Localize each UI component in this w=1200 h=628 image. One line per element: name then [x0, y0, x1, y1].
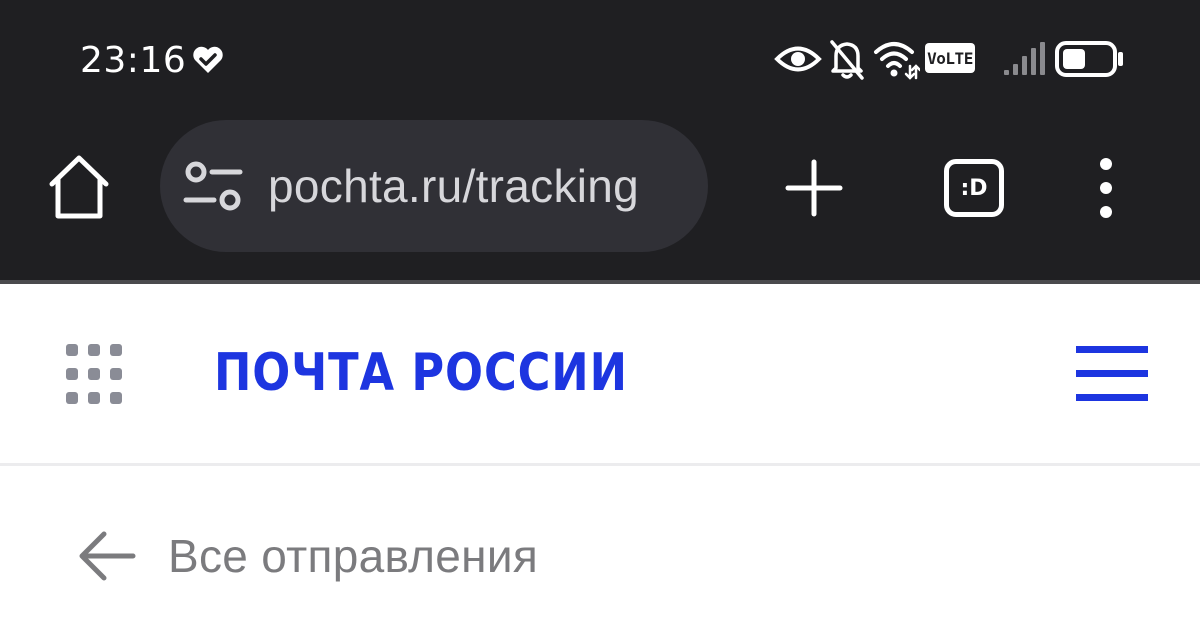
url-text[interactable]: pochta.ru/tracking	[268, 120, 678, 252]
more-vert-icon[interactable]	[1090, 156, 1122, 220]
arrow-left-icon[interactable]	[78, 530, 136, 582]
bell-off-icon	[830, 40, 864, 80]
header-divider	[0, 463, 1200, 466]
site-logo[interactable]: ПОЧТА РОССИИ	[214, 338, 628, 408]
plus-icon[interactable]	[784, 158, 844, 218]
heart-icon	[193, 46, 223, 73]
chrome-divider	[0, 280, 1200, 284]
site-settings-icon[interactable]	[182, 160, 244, 212]
hamburger-menu-icon[interactable]	[1076, 344, 1148, 404]
home-icon[interactable]	[46, 152, 112, 222]
battery-icon	[1055, 41, 1123, 77]
volte-badge: VoLTE	[925, 43, 975, 73]
eye-icon	[774, 46, 822, 72]
tabs-button[interactable]: :D	[944, 159, 1004, 217]
url-bar[interactable]: pochta.ru/tracking	[160, 120, 708, 252]
wifi-icon	[874, 42, 920, 80]
status-time: 23:16	[80, 39, 187, 81]
back-link-all-shipments[interactable]: Все отправления	[168, 524, 538, 588]
apps-grid-icon[interactable]	[66, 344, 122, 404]
signal-icon	[1004, 42, 1045, 75]
